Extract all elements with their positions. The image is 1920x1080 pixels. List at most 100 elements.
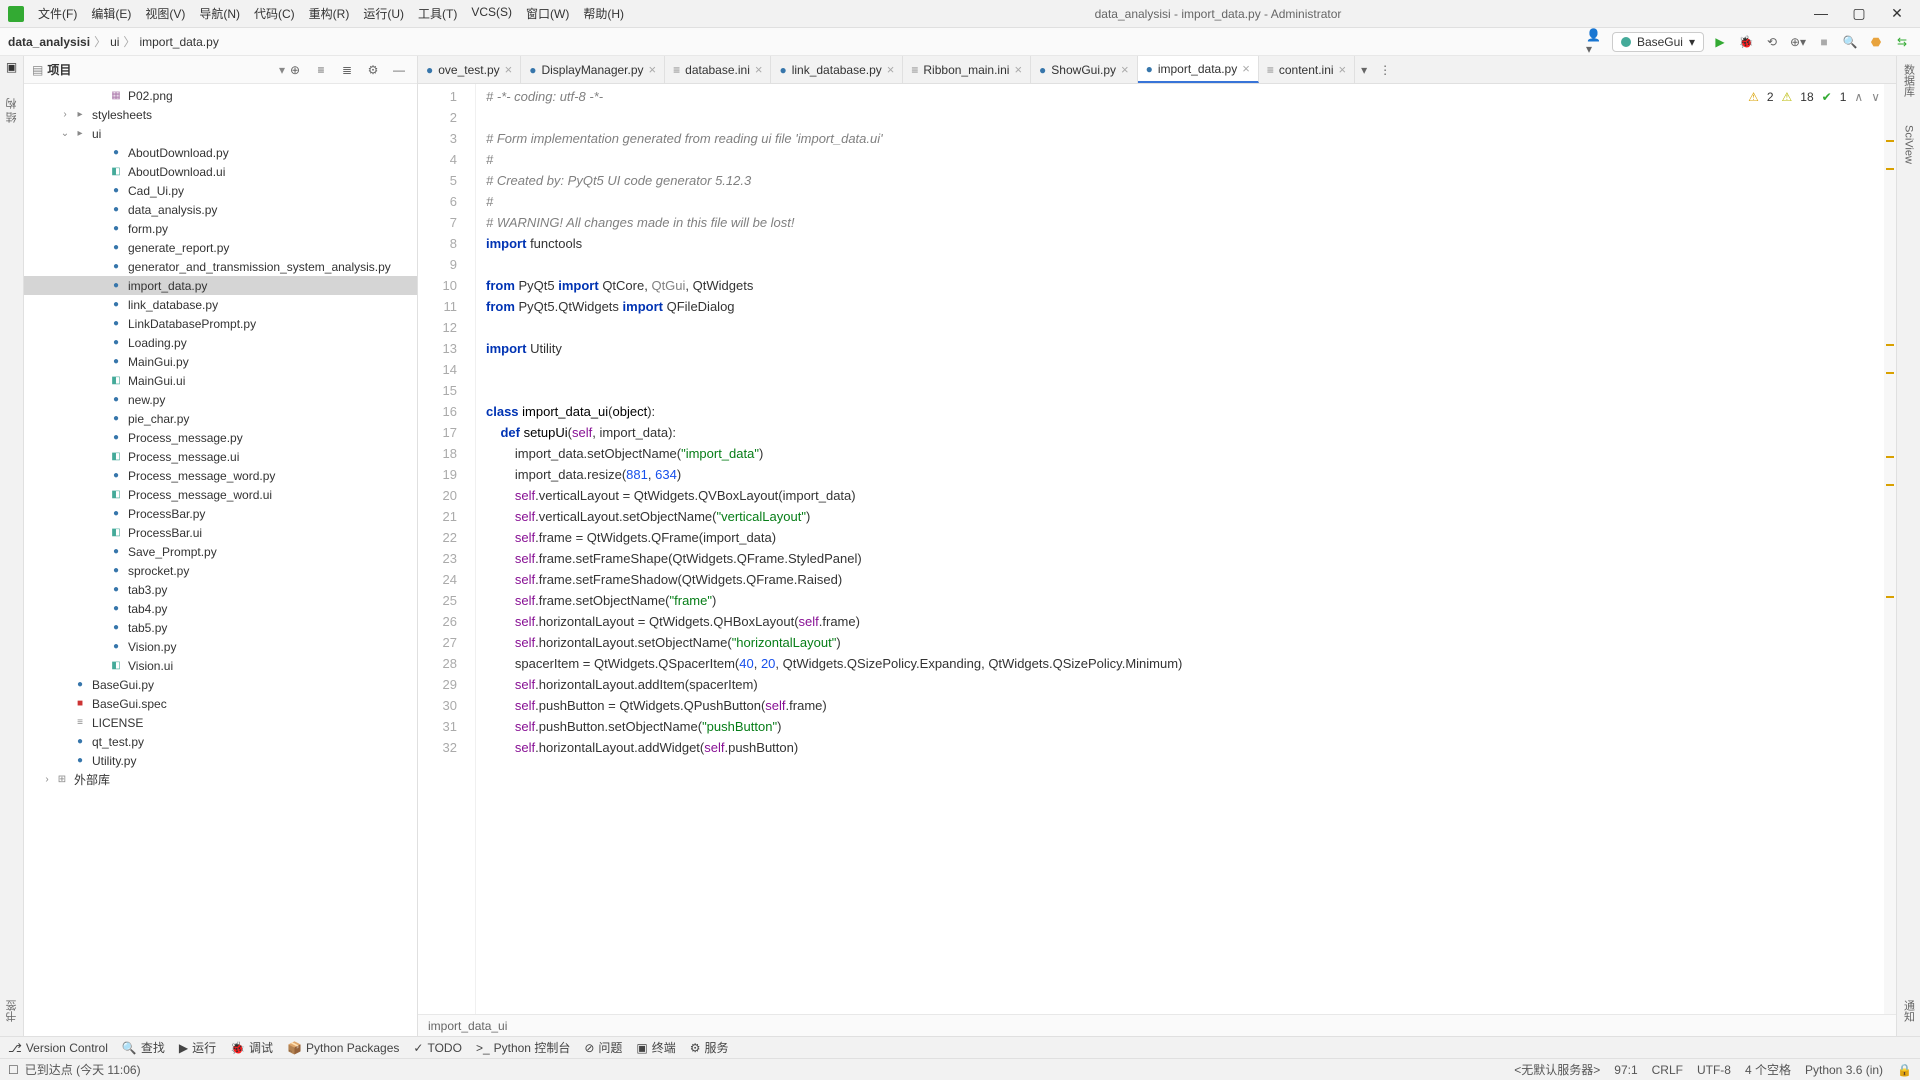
editor-tab[interactable]: ●ove_test.py× xyxy=(418,56,521,83)
tree-item[interactable]: ≡LICENSE xyxy=(24,713,417,732)
error-stripe[interactable] xyxy=(1884,84,1896,1014)
tab-close-icon[interactable]: × xyxy=(1339,62,1347,77)
code-crumb[interactable]: import_data_ui xyxy=(428,1019,507,1033)
menu-item[interactable]: 工具(T) xyxy=(412,3,463,24)
menu-item[interactable]: 视图(V) xyxy=(139,3,191,24)
menu-item[interactable]: 窗口(W) xyxy=(520,3,575,24)
ide-update-icon[interactable]: ⬣ xyxy=(1866,32,1886,52)
project-tree[interactable]: ▦P02.png›▸stylesheets⌄▸ui ●AboutDownload… xyxy=(24,84,417,1036)
structure-tool[interactable]: 结 构 xyxy=(4,94,20,127)
bottom-tool-item[interactable]: ▣终端 xyxy=(636,1039,675,1056)
close-icon[interactable]: ✕ xyxy=(1882,5,1912,22)
bottom-tool-item[interactable]: ⚙服务 xyxy=(690,1039,729,1056)
tree-item[interactable]: ●MainGui.py xyxy=(24,352,417,371)
menu-item[interactable]: 帮助(H) xyxy=(577,3,630,24)
tree-item[interactable]: ●link_database.py xyxy=(24,295,417,314)
tree-item[interactable]: ●AboutDownload.py xyxy=(24,143,417,162)
stop-icon[interactable]: ■ xyxy=(1814,32,1834,52)
project-tool-icon[interactable]: ▣ xyxy=(6,60,17,74)
editor-tab[interactable]: ≡database.ini× xyxy=(665,56,771,83)
profile-icon[interactable]: ⊕▾ xyxy=(1788,32,1808,52)
breadcrumb-item[interactable]: import_data.py xyxy=(139,35,218,49)
server-status[interactable]: <无默认服务器> xyxy=(1514,1061,1600,1078)
editor-tab[interactable]: ●import_data.py× xyxy=(1138,56,1259,83)
tree-item[interactable]: ◧ProcessBar.ui xyxy=(24,523,417,542)
tree-item[interactable]: ●tab4.py xyxy=(24,599,417,618)
tab-close-icon[interactable]: × xyxy=(1014,62,1022,77)
database-tool[interactable]: 数据库 xyxy=(1901,60,1917,101)
tree-item[interactable]: ■BaseGui.spec xyxy=(24,694,417,713)
run-icon[interactable]: ▶ xyxy=(1710,32,1730,52)
debug-icon[interactable]: 🐞 xyxy=(1736,32,1756,52)
tree-item[interactable]: ●Process_message_word.py xyxy=(24,466,417,485)
tree-expand-icon[interactable]: › xyxy=(58,109,72,120)
bottom-tool-item[interactable]: 🔍查找 xyxy=(122,1039,165,1056)
bookmarks-tool[interactable]: 书签 xyxy=(4,996,20,1026)
tabs-more-icon[interactable]: ⋮ xyxy=(1373,56,1397,83)
editor-tab[interactable]: ≡Ribbon_main.ini× xyxy=(903,56,1031,83)
bottom-tool-item[interactable]: ⊘问题 xyxy=(584,1039,622,1056)
menu-item[interactable]: 导航(N) xyxy=(193,3,246,24)
tree-item[interactable]: ●sprocket.py xyxy=(24,561,417,580)
tree-item[interactable]: ›⊞外部库 xyxy=(24,770,417,789)
tree-item[interactable]: ◧MainGui.ui xyxy=(24,371,417,390)
maximize-icon[interactable]: ▢ xyxy=(1844,5,1874,22)
tree-item[interactable]: ●data_analysis.py xyxy=(24,200,417,219)
sciview-tool[interactable]: SciView xyxy=(1903,121,1915,168)
editor-tab[interactable]: ●DisplayManager.py× xyxy=(521,56,665,83)
code-editor[interactable]: # -*- coding: utf-8 -*- # Form implement… xyxy=(476,84,1896,1014)
tree-item[interactable]: ›▸stylesheets xyxy=(24,105,417,124)
line-separator[interactable]: CRLF xyxy=(1652,1063,1683,1077)
tree-item[interactable]: ⌄▸ui xyxy=(24,124,417,143)
tree-item[interactable]: ●tab5.py xyxy=(24,618,417,637)
editor-tab[interactable]: ●link_database.py× xyxy=(771,56,903,83)
run-config-selector[interactable]: BaseGui ▾ xyxy=(1612,32,1704,52)
tree-item[interactable]: ●BaseGui.py xyxy=(24,675,417,694)
bottom-tool-item[interactable]: ▶运行 xyxy=(179,1039,216,1056)
tree-expand-icon[interactable]: › xyxy=(40,774,54,785)
tree-item[interactable]: ●new.py xyxy=(24,390,417,409)
tab-close-icon[interactable]: × xyxy=(649,62,657,77)
tabs-dropdown-icon[interactable]: ▾ xyxy=(1355,56,1373,83)
tree-expand-icon[interactable]: ⌄ xyxy=(58,128,72,139)
tree-item[interactable]: ●Utility.py xyxy=(24,751,417,770)
menu-item[interactable]: 文件(F) xyxy=(32,3,83,24)
python-interpreter[interactable]: Python 3.6 (in) xyxy=(1805,1063,1883,1077)
file-encoding[interactable]: UTF-8 xyxy=(1697,1063,1731,1077)
tree-item[interactable]: ●Save_Prompt.py xyxy=(24,542,417,561)
tree-item[interactable]: ●Cad_Ui.py xyxy=(24,181,417,200)
tree-item[interactable]: ●Vision.py xyxy=(24,637,417,656)
tree-item[interactable]: ●import_data.py xyxy=(24,276,417,295)
bottom-tool-item[interactable]: ✓TODO xyxy=(413,1041,462,1055)
user-icon[interactable]: 👤▾ xyxy=(1586,32,1606,52)
breadcrumb-bar[interactable]: import_data_ui xyxy=(418,1014,1896,1036)
tree-item[interactable]: ●generate_report.py xyxy=(24,238,417,257)
locate-icon[interactable]: ⊕ xyxy=(285,60,305,80)
expand-icon[interactable]: ≡ xyxy=(311,60,331,80)
bottom-tool-item[interactable]: ⎇Version Control xyxy=(8,1041,108,1055)
settings-icon[interactable]: ⚙ xyxy=(363,60,383,80)
tab-close-icon[interactable]: × xyxy=(1242,61,1250,76)
editor-tab[interactable]: ≡content.ini× xyxy=(1259,56,1355,83)
tab-close-icon[interactable]: × xyxy=(505,62,513,77)
tree-item[interactable]: ●Loading.py xyxy=(24,333,417,352)
tree-item[interactable]: ▦P02.png xyxy=(24,86,417,105)
editor-tab[interactable]: ●ShowGui.py× xyxy=(1031,56,1138,83)
menu-item[interactable]: 代码(C) xyxy=(248,3,301,24)
tree-item[interactable]: ◧Process_message_word.ui xyxy=(24,485,417,504)
collapse-icon[interactable]: ≣ xyxy=(337,60,357,80)
tree-item[interactable]: ●qt_test.py xyxy=(24,732,417,751)
notifications-tool[interactable]: 通知 xyxy=(1901,996,1917,1026)
tab-close-icon[interactable]: × xyxy=(887,62,895,77)
tree-item[interactable]: ◧Vision.ui xyxy=(24,656,417,675)
menu-item[interactable]: 运行(U) xyxy=(357,3,410,24)
caret-position[interactable]: 97:1 xyxy=(1614,1063,1637,1077)
menu-item[interactable]: VCS(S) xyxy=(465,3,518,24)
tab-close-icon[interactable]: × xyxy=(1121,62,1129,77)
breadcrumb-item[interactable]: data_analysisi xyxy=(8,35,90,49)
hide-icon[interactable]: — xyxy=(389,60,409,80)
breadcrumb-item[interactable]: ui xyxy=(110,35,119,49)
search-icon[interactable]: 🔍 xyxy=(1840,32,1860,52)
tree-item[interactable]: ●ProcessBar.py xyxy=(24,504,417,523)
tab-close-icon[interactable]: × xyxy=(755,62,763,77)
